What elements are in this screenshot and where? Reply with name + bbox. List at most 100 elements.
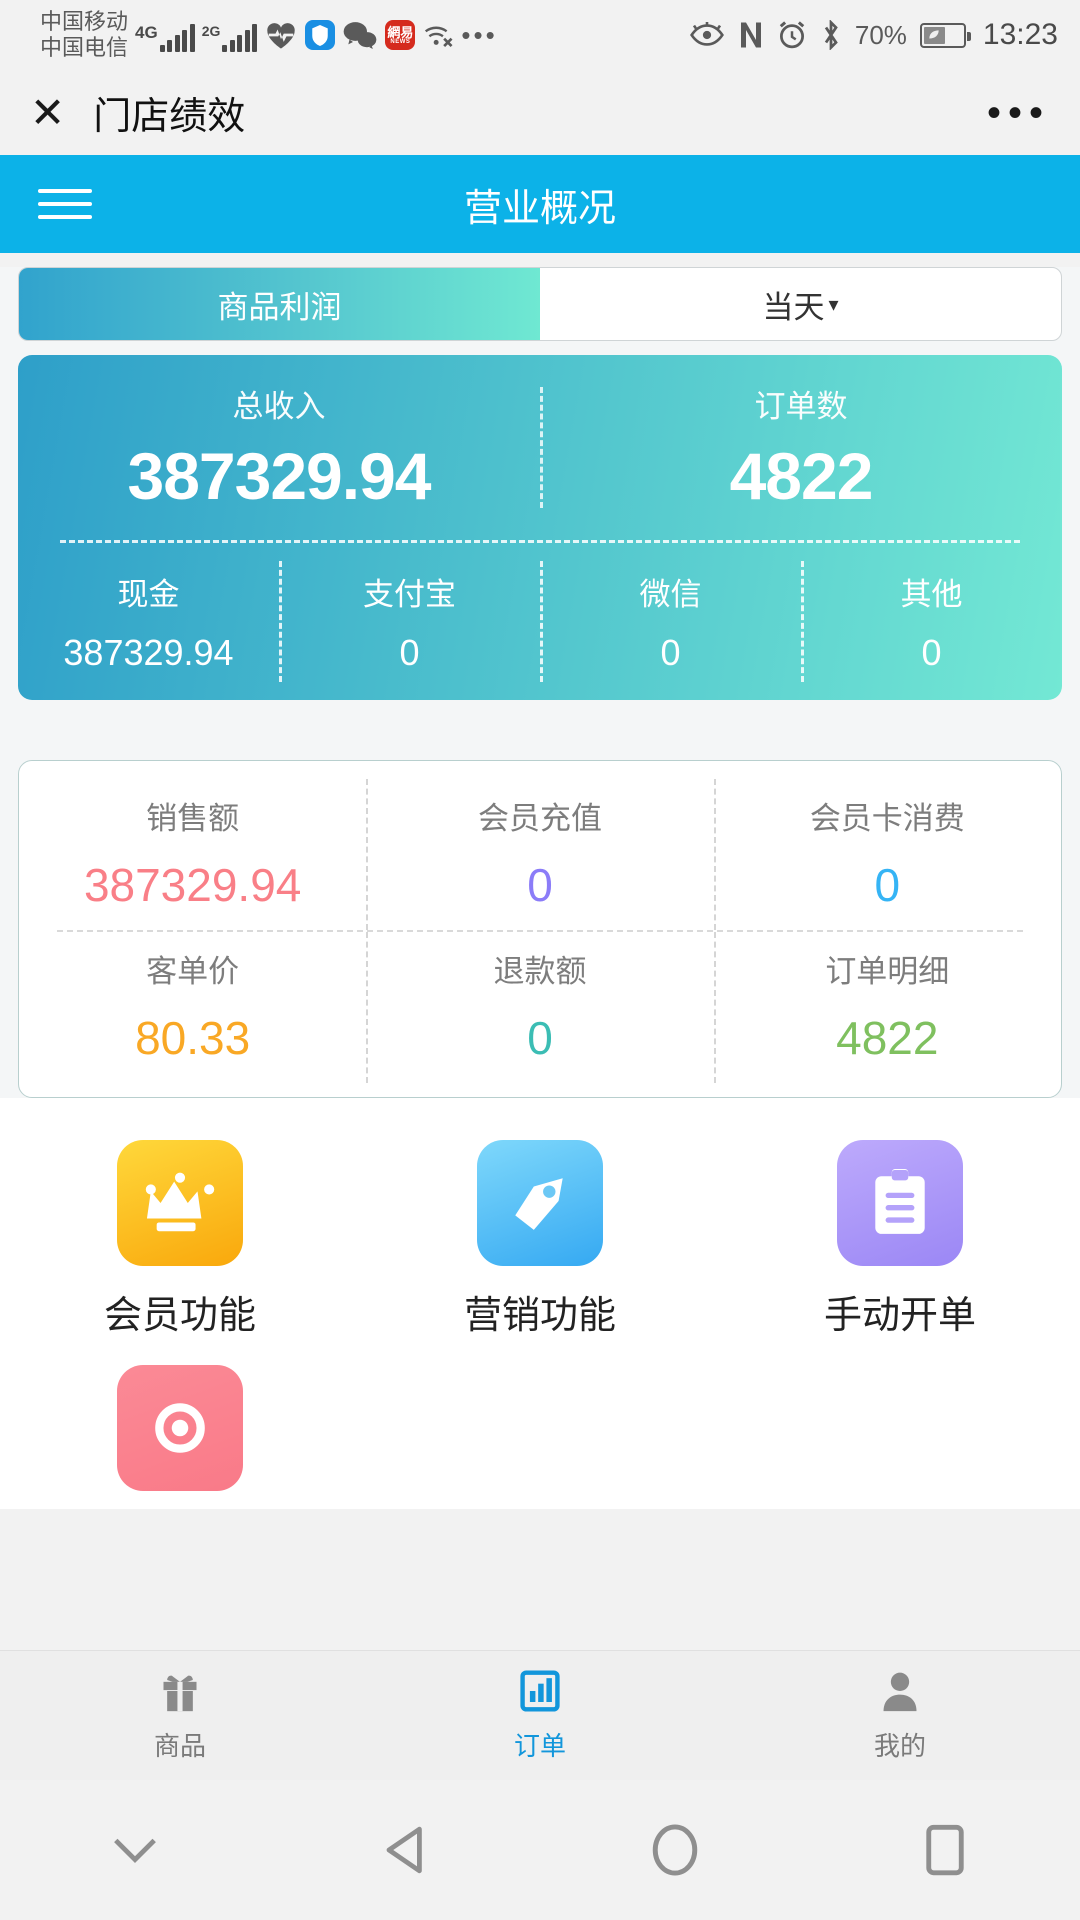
payment-alipay-value: 0 — [399, 632, 420, 673]
metrics-row-2: 客单价 80.33 退款额 0 订单明细 4822 — [19, 932, 1061, 1083]
recents-square-icon[interactable] — [810, 1824, 1080, 1876]
metric-avg-order-value-label: 客单价 — [146, 954, 240, 989]
miniprogram-header-left: ✕ 门店绩效 — [30, 85, 245, 140]
payment-cash-value: 387329.94 — [63, 632, 234, 673]
signal-bars-icon — [159, 24, 195, 52]
tab-date-range[interactable]: 当天 ▾ — [540, 268, 1061, 340]
nav-item-products[interactable]: 商品 — [0, 1669, 360, 1763]
more-options-icon[interactable]: ••• — [987, 93, 1050, 133]
hamburger-icon[interactable] — [38, 189, 92, 219]
bluetooth-icon — [820, 20, 842, 50]
wechat-icon — [342, 21, 378, 49]
bottom-navigation: 商品 订单 我的 — [0, 1650, 1080, 1780]
payment-other-value: 0 — [921, 632, 942, 673]
netease-news-icon: 網易 NEWS — [385, 20, 416, 50]
payment-other[interactable]: 其他 0 — [801, 561, 1062, 682]
metrics-row-1: 销售额 387329.94 会员充值 0 会员卡消费 0 — [19, 779, 1061, 930]
metric-refund-amount-label: 退款额 — [493, 954, 587, 989]
metric-refund-amount-value: 0 — [527, 1012, 553, 1064]
network-type-4g-label: 4G — [135, 23, 158, 42]
shortcut-member-functions[interactable]: 会员功能 — [0, 1114, 360, 1339]
app-bar-title: 营业概况 — [463, 187, 616, 230]
metric-order-details[interactable]: 订单明细 4822 — [713, 932, 1061, 1083]
stat-order-count[interactable]: 订单数 4822 — [540, 381, 1062, 514]
page-content: 商品利润 当天 ▾ 总收入 387329.94 订单数 4822 现金 3873… — [0, 267, 1080, 1509]
metric-member-card-spend-value: 0 — [874, 859, 901, 911]
heart-rate-icon — [264, 20, 298, 50]
app-bar: 营业概况 — [0, 155, 1080, 253]
carrier-primary: 中国移动 — [40, 9, 129, 35]
summary-primary-row: 总收入 387329.94 订单数 4822 — [18, 381, 1062, 514]
status-bar-right: 70% 13:23 — [689, 18, 1058, 52]
tab-product-profit[interactable]: 商品利润 — [19, 268, 540, 340]
stat-total-income-label: 总收入 — [232, 389, 326, 424]
metric-member-recharge-label: 会员充值 — [477, 801, 602, 836]
netease-logo-sub: NEWS — [390, 38, 411, 45]
metric-sales-amount[interactable]: 销售额 387329.94 — [19, 779, 366, 930]
metric-member-recharge-value: 0 — [527, 859, 553, 911]
metric-sales-amount-label: 销售额 — [146, 801, 240, 836]
back-triangle-icon[interactable] — [270, 1826, 540, 1874]
netease-logo-text: 網易 — [387, 24, 414, 40]
payment-wechat-value: 0 — [660, 632, 681, 673]
chevron-down-icon[interactable] — [0, 1833, 270, 1867]
battery-icon — [919, 22, 971, 48]
crown-icon — [116, 1140, 243, 1266]
bar-chart-icon — [519, 1669, 561, 1718]
alarm-icon — [777, 20, 807, 50]
shortcut-marketing-functions[interactable]: 营销功能 — [360, 1114, 720, 1339]
metric-member-card-spend-label: 会员卡消费 — [809, 801, 965, 836]
shortcut-grid: 会员功能 营销功能 手动开单 — [0, 1098, 1080, 1509]
signal-bars-icon-2 — [222, 24, 258, 52]
nfc-icon — [738, 20, 764, 50]
tab-product-profit-label: 商品利润 — [217, 289, 342, 325]
overflow-dots-icon: ••• — [461, 19, 498, 50]
nav-item-orders-label: 订单 — [513, 1730, 566, 1761]
stat-order-count-value: 4822 — [729, 439, 874, 513]
shortcut-member-functions-label: 会员功能 — [103, 1295, 256, 1337]
system-navigation-bar — [0, 1780, 1080, 1920]
shortcut-manual-order[interactable]: 手动开单 — [720, 1114, 1080, 1339]
signal-2g: 2G — [202, 18, 258, 52]
nav-item-profile[interactable]: 我的 — [720, 1669, 1080, 1763]
eye-care-icon — [689, 22, 725, 48]
shortcut-location[interactable] — [0, 1339, 360, 1509]
metric-member-recharge[interactable]: 会员充值 0 — [366, 779, 713, 930]
chevron-down-icon: ▾ — [828, 293, 839, 316]
payment-cash[interactable]: 现金 387329.94 — [18, 565, 279, 678]
payment-cash-label: 现金 — [117, 577, 180, 612]
status-bar: 中国移动 中国电信 4G 2G 網易 NEWS ••• 70% 13:23 — [0, 0, 1080, 70]
metric-sales-amount-value: 387329.94 — [83, 859, 302, 911]
metric-refund-amount[interactable]: 退款额 0 — [366, 932, 713, 1083]
clipboard-icon — [836, 1140, 963, 1266]
clock-label: 13:23 — [982, 18, 1058, 51]
person-icon — [879, 1669, 921, 1718]
metric-order-details-value: 4822 — [836, 1012, 939, 1064]
stat-order-count-label: 订单数 — [754, 389, 848, 424]
nav-item-orders[interactable]: 订单 — [360, 1669, 720, 1763]
metric-order-details-label: 订单明细 — [825, 954, 950, 989]
payment-other-label: 其他 — [900, 577, 963, 612]
signal-4g: 4G — [135, 18, 195, 52]
miniprogram-header: ✕ 门店绩效 ••• — [0, 70, 1080, 155]
summary-divider — [60, 540, 1020, 543]
shortcut-manual-order-label: 手动开单 — [823, 1295, 976, 1337]
network-type-2g-label: 2G — [201, 23, 221, 39]
shield-icon — [305, 20, 336, 50]
metric-avg-order-value-value: 80.33 — [135, 1012, 251, 1064]
tab-date-range-label: 当天 — [762, 289, 825, 325]
close-icon[interactable]: ✕ — [30, 91, 65, 134]
metric-member-card-spend[interactable]: 会员卡消费 0 — [713, 779, 1061, 930]
payment-wechat[interactable]: 微信 0 — [540, 561, 801, 682]
metric-avg-order-value[interactable]: 客单价 80.33 — [19, 932, 366, 1083]
stat-total-income[interactable]: 总收入 387329.94 — [18, 381, 540, 514]
location-icon — [116, 1365, 243, 1491]
nav-item-products-label: 商品 — [153, 1730, 206, 1761]
wifi-off-icon — [422, 21, 454, 49]
payment-alipay[interactable]: 支付宝 0 — [279, 561, 540, 682]
battery-fill — [923, 26, 945, 44]
status-bar-left: 中国移动 中国电信 4G 2G 網易 NEWS ••• — [22, 9, 498, 61]
price-tag-icon — [476, 1140, 603, 1266]
home-circle-icon[interactable] — [540, 1822, 810, 1878]
gift-icon — [159, 1669, 201, 1718]
